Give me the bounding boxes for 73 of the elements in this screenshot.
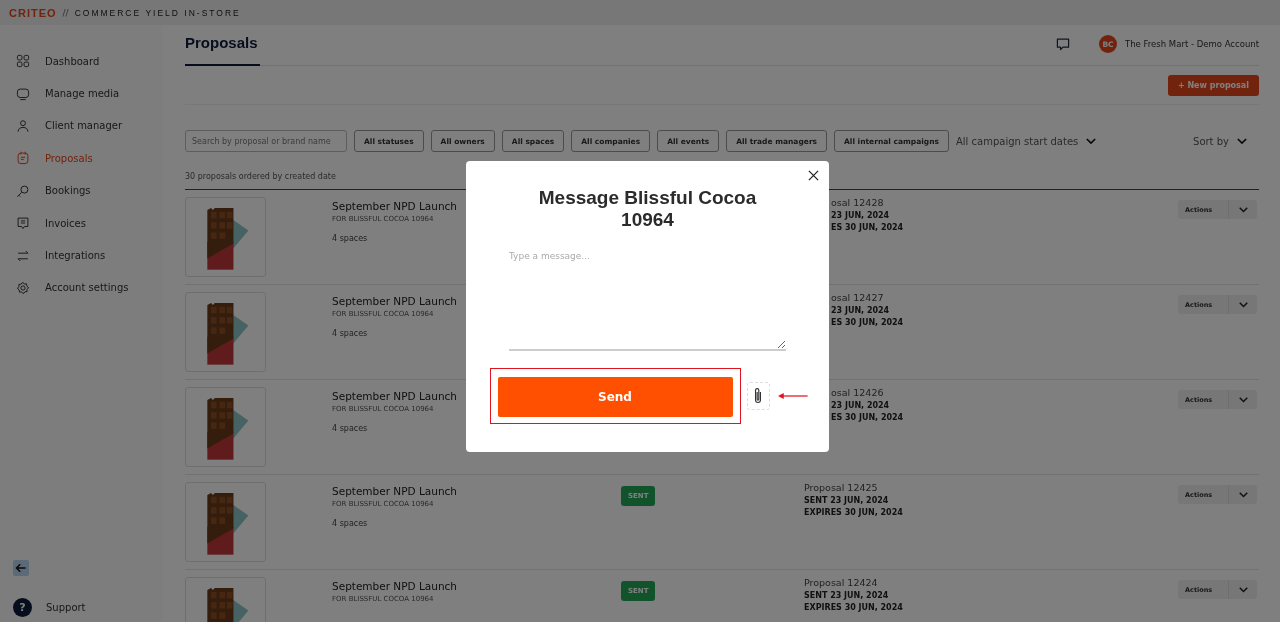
proposal-number: Proposal 12425 <box>804 482 878 493</box>
sent-date: 23 JUN, 2024 <box>831 401 890 410</box>
receipt-icon <box>16 216 30 231</box>
actions-dropdown[interactable] <box>1228 200 1257 219</box>
nav-item[interactable]: Account settings <box>0 271 163 305</box>
separator: // <box>62 7 69 18</box>
monitor-icon <box>16 86 30 101</box>
chat-icon[interactable] <box>1055 36 1072 52</box>
expiry-date: ES 30 JUN, 2024 <box>831 223 904 232</box>
expiry-date: EXPIRES 30 JUN, 2024 <box>804 603 903 612</box>
expiry-date: ES 30 JUN, 2024 <box>831 318 904 327</box>
sort-dropdown[interactable]: Sort by <box>1193 135 1247 147</box>
nav-item[interactable]: Bookings <box>0 174 163 207</box>
space-count: 4 spaces <box>332 519 368 528</box>
nav-item[interactable]: Proposals <box>0 142 163 175</box>
expiry-date: EXPIRES 30 JUN, 2024 <box>804 508 903 517</box>
chevron-down-icon <box>1086 137 1097 145</box>
nav-item[interactable]: Invoices <box>0 206 163 240</box>
nav-item[interactable]: Manage media <box>0 77 163 110</box>
nav-item[interactable]: Integrations <box>0 239 163 272</box>
expiry-date: ES 30 JUN, 2024 <box>831 413 904 422</box>
chevron-down-icon <box>1238 301 1248 308</box>
proposal-title[interactable]: September NPD Launch <box>332 295 457 307</box>
attach-button[interactable] <box>746 382 770 410</box>
sent-date: 23 JUN, 2024 <box>831 211 890 220</box>
page-title[interactable]: Proposals <box>185 25 260 66</box>
notepad-icon <box>16 151 30 166</box>
swap-arrows-icon <box>16 248 30 263</box>
sent-date: SENT 23 JUN, 2024 <box>804 591 889 600</box>
date-filter-dropdown[interactable]: All campaign start dates <box>956 135 1097 147</box>
left-arrow-icon <box>15 562 27 574</box>
actions-dropdown[interactable] <box>1228 295 1257 314</box>
chevron-down-icon <box>1237 137 1247 145</box>
chevron-down-icon <box>1238 206 1248 213</box>
space-count: 4 spaces <box>332 424 368 433</box>
paperclip-icon <box>753 387 764 405</box>
close-button[interactable] <box>808 170 819 181</box>
support-label: Support <box>46 602 86 613</box>
nav-item[interactable]: Dashboard <box>0 45 163 78</box>
proposal-number: osal 12426 <box>831 387 884 398</box>
dialog-title: Message Blissful Cocoa 10964 <box>537 187 758 231</box>
gear-icon <box>16 280 30 295</box>
chevron-down-icon <box>1238 396 1248 403</box>
proposal-title[interactable]: September NPD Launch <box>332 485 457 497</box>
proposal-title[interactable]: September NPD Launch <box>332 580 457 592</box>
chevron-down-icon <box>1238 491 1248 498</box>
brand-logo: CRITEO <box>9 6 57 19</box>
proposal-title[interactable]: September NPD Launch <box>332 200 457 212</box>
new-proposal-button[interactable]: + New proposal <box>1167 75 1259 96</box>
proposal-number: osal 12427 <box>831 292 884 303</box>
sent-date: 23 JUN, 2024 <box>831 306 890 315</box>
nav-item[interactable]: Client manager <box>0 109 163 143</box>
actions-dropdown[interactable] <box>1228 390 1257 409</box>
space-count: 4 spaces <box>332 234 368 243</box>
support-link[interactable]: ? Support <box>13 598 163 617</box>
proposal-number: Proposal 12424 <box>804 577 878 588</box>
message-field[interactable]: Type a message... <box>509 251 786 351</box>
annotation-arrow <box>777 392 808 400</box>
proposal-number: osal 12428 <box>831 197 884 208</box>
close-icon <box>808 170 819 181</box>
person-icon <box>16 118 30 133</box>
send-button[interactable]: Send <box>497 377 733 417</box>
grid-icon <box>16 54 30 69</box>
product-name: COMMERCE YIELD IN-STORE <box>74 7 241 18</box>
space-count: 4 spaces <box>332 329 368 338</box>
chevron-down-icon <box>1238 586 1248 593</box>
sent-date: SENT 23 JUN, 2024 <box>804 496 889 505</box>
actions-dropdown[interactable] <box>1228 485 1257 504</box>
account-name[interactable]: The Fresh Mart - Demo Account <box>1125 39 1259 49</box>
actions-dropdown[interactable] <box>1228 580 1257 599</box>
help-icon: ? <box>13 598 32 617</box>
proposal-title[interactable]: September NPD Launch <box>332 390 457 402</box>
collapse-button[interactable] <box>13 560 29 576</box>
